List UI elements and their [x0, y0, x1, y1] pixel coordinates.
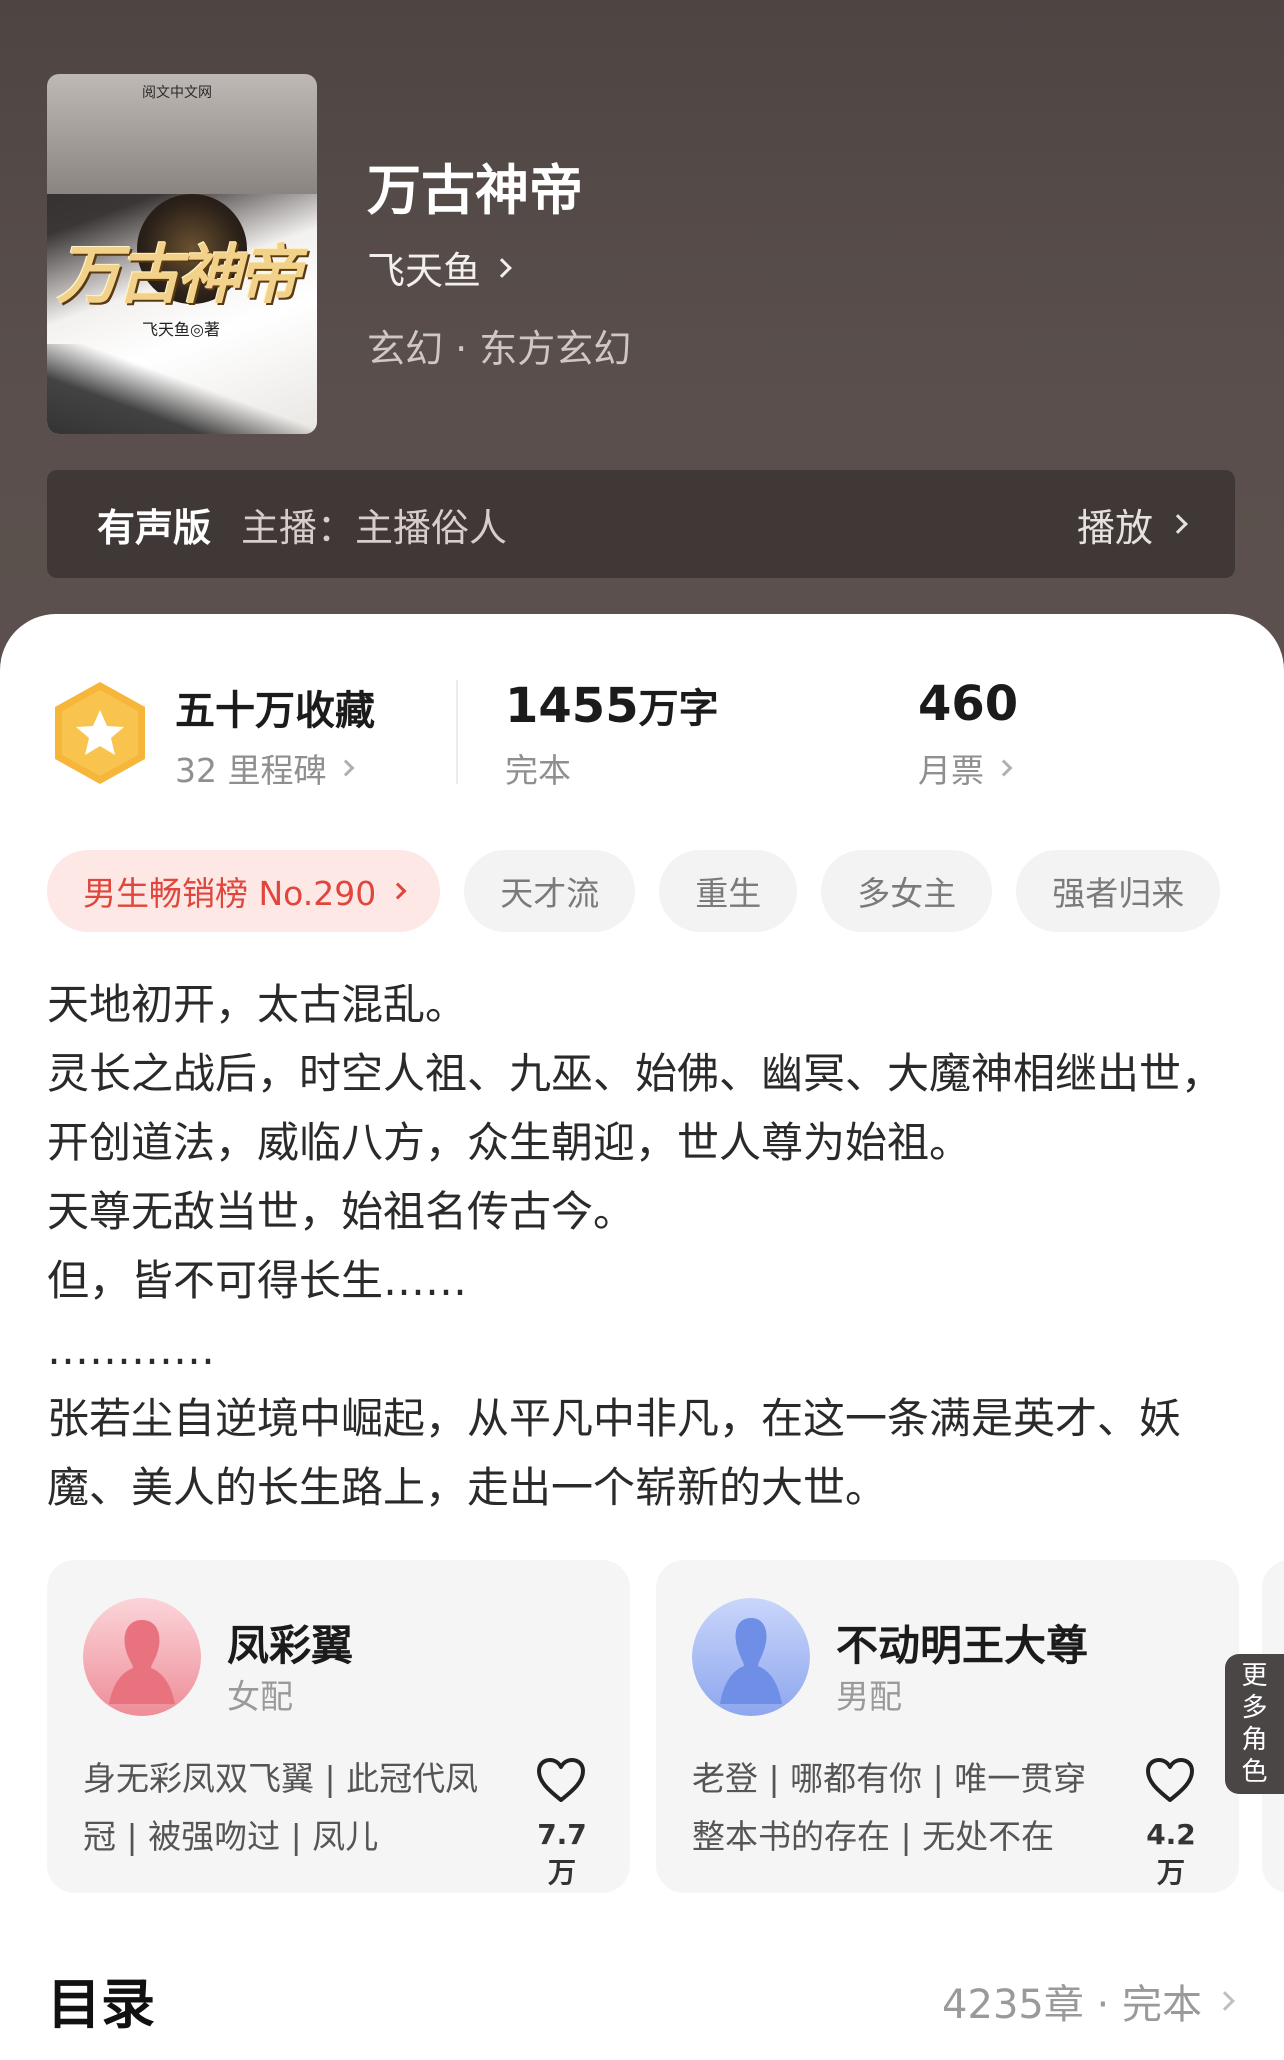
toc-link[interactable]: 4235章 · 完本 [942, 1972, 1235, 2030]
role-avatar [692, 1598, 810, 1716]
cover-author-line: 飞天鱼◎著 [142, 320, 220, 339]
book-status: 完本 [505, 751, 571, 790]
tag-item[interactable]: 天才流 [464, 850, 636, 932]
play-button[interactable]: 播放 [1076, 497, 1188, 552]
description-line: ………… [47, 1325, 215, 1374]
cover-ink-splash [47, 344, 317, 434]
role-description: 老登 | 哪都有你 | 唯一贯穿整本书的存在 | 无处不在 [692, 1759, 1087, 1856]
toc-info: 4235章 · 完本 [942, 1982, 1202, 2028]
role-avatar [83, 1598, 201, 1716]
word-count-value: 1455 [505, 678, 639, 734]
like-count: 7.7万 [537, 1818, 587, 1889]
role-name: 不动明王大尊 [836, 1621, 1089, 1670]
cover-publisher-logo: 阅文中文网 [142, 85, 212, 101]
role-type: 女配 [227, 1677, 293, 1716]
chevron-right-icon [1215, 1991, 1235, 2011]
role-card[interactable]: 凤彩翼 女配 身无彩凤双飞翼 | 此冠代凤冠 | 被强吻过 | 凤儿 7.7万 [47, 1560, 630, 1893]
divider [456, 680, 458, 784]
tag-list: 男生畅销榜 No.290 天才流 重生 多女主 强者归来 [47, 850, 1221, 932]
word-count: 1455万字 [505, 676, 719, 734]
like-count: 4.2万 [1146, 1818, 1196, 1889]
audio-label: 有声版 [97, 505, 212, 550]
star-badge-icon [55, 682, 145, 784]
more-roles-label: 更多角色 [1241, 1661, 1268, 1787]
monthly-votes-label: 月票 [918, 751, 984, 790]
milestones-label: 32 里程碑 [175, 751, 327, 790]
book-category: 玄幻 · 东方玄幻 [367, 327, 632, 371]
author-link[interactable]: 飞天鱼 [367, 240, 512, 295]
chevron-right-icon [995, 759, 1013, 777]
cover-title-art: 万古神帝 [57, 238, 301, 313]
rank-label: 男生畅销榜 No.290 [83, 874, 377, 913]
description-line: 天尊无敌当世，始祖名传古今。 [47, 1187, 636, 1236]
role-type: 男配 [836, 1677, 902, 1716]
role-card[interactable]: 不动明王大尊 男配 老登 | 哪都有你 | 唯一贯穿整本书的存在 | 无处不在 … [656, 1560, 1239, 1893]
heart-icon[interactable] [535, 1756, 587, 1804]
milestones-link[interactable]: 32 里程碑 [175, 744, 355, 792]
rank-tag[interactable]: 男生畅销榜 No.290 [47, 850, 441, 932]
chevron-right-icon [337, 759, 355, 777]
chevron-right-icon [389, 882, 407, 900]
author-name: 飞天鱼 [367, 249, 482, 293]
description-line: 张若尘自逆境中崛起，从平凡中非凡，在这一条满是英才、妖魔、美人的长生路上，走出一… [47, 1394, 1182, 1512]
role-description: 身无彩凤双飞翼 | 此冠代凤冠 | 被强吻过 | 凤儿 [83, 1759, 479, 1856]
heart-icon[interactable] [1144, 1756, 1196, 1804]
audio-host: 主播：主播俗人 [241, 505, 508, 550]
role-name: 凤彩翼 [227, 1621, 354, 1670]
favorites-count: 五十万收藏 [175, 688, 375, 734]
toc-title: 目录 [47, 1973, 155, 2036]
audio-version-bar[interactable]: 有声版 主播：主播俗人 播放 [47, 470, 1235, 578]
chevron-right-icon [492, 257, 512, 278]
description-line: 但，皆不可得长生…… [47, 1256, 468, 1305]
tag-item[interactable]: 强者归来 [1016, 850, 1221, 932]
chevron-right-icon [1168, 514, 1188, 534]
monthly-votes-count: 460 [918, 676, 1019, 732]
monthly-votes-link[interactable]: 月票 [918, 744, 1013, 792]
description-line: 天地初开，太古混乱。 [47, 980, 468, 1029]
description-line: 灵长之战后，时空人祖、九巫、始佛、幽冥、大魔神相继出世，开创道法，威临八方，众生… [47, 1049, 1224, 1167]
more-roles-button[interactable]: 更多角色 [1225, 1654, 1284, 1794]
book-description[interactable]: 天地初开，太古混乱。 灵长之战后，时空人祖、九巫、始佛、幽冥、大魔神相继出世，开… [47, 970, 1237, 1522]
tag-item[interactable]: 多女主 [821, 850, 993, 932]
book-cover[interactable]: 阅文中文网 万古神帝 飞天鱼◎著 [47, 74, 317, 434]
word-count-unit: 万字 [638, 686, 719, 732]
play-label: 播放 [1076, 505, 1153, 550]
book-title: 万古神帝 [367, 159, 583, 222]
tag-item[interactable]: 重生 [659, 850, 798, 932]
